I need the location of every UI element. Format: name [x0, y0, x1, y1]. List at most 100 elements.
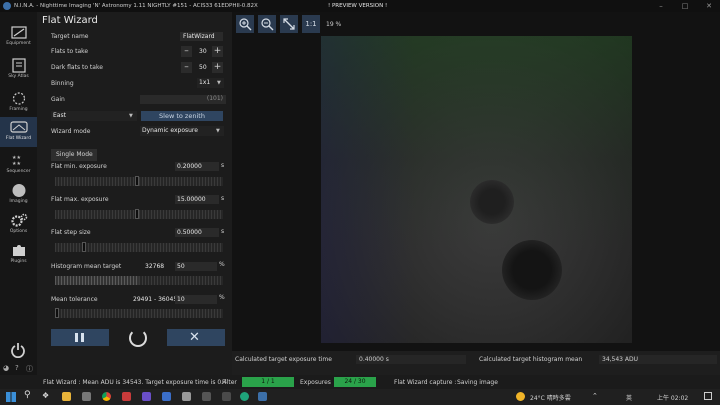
- cancel-icon: ✕: [189, 330, 200, 345]
- chevron-down-icon: ▼: [129, 113, 133, 119]
- chrome-icon[interactable]: [102, 392, 111, 401]
- notification-icon[interactable]: [704, 392, 712, 400]
- fit-arrows-icon: [283, 18, 295, 30]
- calc-exposure-label: Calculated target exposure time: [235, 356, 332, 363]
- tolerance-label: Mean tolerance: [51, 296, 98, 303]
- sidebar: Equipment Sky Atlas Framing Flat Wizard …: [0, 12, 37, 375]
- app-icon[interactable]: [222, 392, 231, 401]
- wizard-mode-label: Wizard mode: [51, 128, 91, 135]
- darkflats-value[interactable]: 50: [199, 64, 207, 71]
- clock[interactable]: 上午 02:02: [657, 393, 688, 402]
- one-to-one-button[interactable]: 1:1: [302, 15, 320, 33]
- file-explorer-icon[interactable]: [62, 392, 71, 401]
- sidebar-item-plugins[interactable]: Plugins: [0, 240, 37, 270]
- flat-max-input[interactable]: 15.00000: [175, 195, 219, 204]
- maximize-icon[interactable]: □: [674, 0, 696, 12]
- visibility-icon[interactable]: ◕: [3, 364, 9, 372]
- app-icon[interactable]: [142, 392, 151, 401]
- darkflats-decrement-button[interactable]: –: [181, 62, 192, 73]
- sidebar-item-flat-wizard[interactable]: Flat Wizard: [0, 117, 37, 147]
- sidebar-label: Sky Atlas: [8, 74, 29, 79]
- calc-hist-label: Calculated target histogram mean: [479, 356, 583, 363]
- app-icon[interactable]: [82, 392, 91, 401]
- cancel-button[interactable]: ✕: [167, 329, 225, 346]
- windows-taskbar: ⚲ ❖ 24°C 晴時多雲 ⌃ 英 上午 02:02: [0, 389, 720, 405]
- sidebar-label: Plugins: [10, 259, 27, 264]
- preview-banner: ! PREVIEW VERSION !: [328, 3, 388, 9]
- tab-single-mode[interactable]: Single Mode: [51, 149, 97, 161]
- flats-value[interactable]: 30: [199, 48, 207, 55]
- hist-target-input[interactable]: 50: [175, 262, 217, 271]
- close-icon[interactable]: ✕: [698, 0, 720, 12]
- sidebar-label: Options: [9, 229, 28, 234]
- chevron-down-icon: ▼: [216, 128, 220, 134]
- search-icon[interactable]: ⚲: [24, 390, 31, 400]
- minimize-icon[interactable]: –: [650, 0, 672, 12]
- unit-seconds: s: [221, 162, 225, 169]
- sidebar-item-framing[interactable]: Framing: [0, 88, 37, 118]
- imaging-icon: [12, 184, 25, 197]
- capture-label: Flat Wizard capture :: [394, 379, 457, 386]
- flat-min-slider-thumb[interactable]: [135, 176, 139, 186]
- app-icon[interactable]: [202, 392, 211, 401]
- status-message: Flat Wizard : Mean ADU is 34543. Target …: [43, 379, 227, 386]
- zoom-out-button[interactable]: [258, 15, 276, 33]
- capture-status: Saving image: [457, 379, 498, 386]
- step-slider[interactable]: [55, 243, 223, 252]
- tolerance-slider-thumb[interactable]: [55, 308, 59, 318]
- calculated-results: Calculated target exposure time 0.40000 …: [232, 351, 720, 375]
- tolerance-input[interactable]: 10: [175, 295, 217, 304]
- tray-chevron-icon[interactable]: ⌃: [592, 392, 598, 400]
- flats-increment-button[interactable]: +: [212, 46, 223, 57]
- zoom-in-button[interactable]: [236, 15, 254, 33]
- sidebar-item-sky-atlas[interactable]: Sky Atlas: [0, 55, 37, 85]
- exposures-progress: 24 / 30: [334, 377, 376, 387]
- sidebar-item-imaging[interactable]: Imaging: [0, 180, 37, 210]
- flat-max-slider-thumb[interactable]: [135, 209, 139, 219]
- sidebar-item-options[interactable]: Options: [0, 210, 37, 240]
- binning-select[interactable]: 1x1 ▼: [197, 78, 224, 88]
- unit-percent: %: [219, 261, 225, 268]
- app-icon[interactable]: [162, 392, 171, 401]
- target-name-input[interactable]: FlatWizard: [180, 32, 223, 41]
- flat-min-input[interactable]: 0.20000: [175, 162, 219, 171]
- camera-icon: [10, 26, 27, 39]
- flats-label: Flats to take: [51, 48, 89, 55]
- step-slider-thumb[interactable]: [82, 242, 86, 252]
- tolerance-slider[interactable]: [55, 309, 223, 318]
- fit-to-window-button[interactable]: [280, 15, 298, 33]
- flat-min-slider[interactable]: [55, 177, 223, 186]
- pause-button[interactable]: [51, 329, 109, 346]
- edge-icon[interactable]: [240, 392, 249, 401]
- power-icon[interactable]: [10, 342, 26, 358]
- filter-progress: 1 / 1: [242, 377, 294, 387]
- flats-decrement-button[interactable]: –: [181, 46, 192, 57]
- slew-to-zenith-button[interactable]: Slew to zenith: [141, 111, 223, 121]
- weather-text[interactable]: 24°C 晴時多雲: [530, 393, 571, 402]
- ime-indicator[interactable]: 英: [626, 393, 632, 402]
- sidebar-label: Equipment: [6, 41, 31, 46]
- help-icon[interactable]: ?: [15, 364, 19, 372]
- gain-input[interactable]: (101): [140, 95, 226, 104]
- sidebar-item-equipment[interactable]: Equipment: [0, 22, 37, 52]
- task-view-icon[interactable]: ❖: [42, 391, 49, 400]
- nina-taskbar-icon[interactable]: [258, 392, 267, 401]
- pier-side-select[interactable]: East ▼: [51, 111, 137, 121]
- flat-max-slider[interactable]: [55, 210, 223, 219]
- app-icon[interactable]: [122, 392, 131, 401]
- app-icon[interactable]: [182, 392, 191, 401]
- weather-icon: [516, 392, 525, 401]
- step-input[interactable]: 0.50000: [175, 228, 219, 237]
- flat-wizard-panel: Flat Wizard Target name FlatWizard Flats…: [37, 12, 232, 375]
- wizard-mode-select[interactable]: Dynamic exposure ▼: [140, 126, 224, 136]
- windows-start-icon[interactable]: [6, 392, 16, 402]
- zoom-out-icon: [261, 18, 274, 31]
- darkflats-increment-button[interactable]: +: [212, 62, 223, 73]
- sidebar-label: Sequencer: [6, 169, 31, 174]
- info-icon[interactable]: ⓘ: [26, 364, 33, 374]
- hist-target-label: Histogram mean target: [51, 263, 122, 270]
- sidebar-label: Imaging: [9, 199, 28, 204]
- svg-text:★★: ★★: [12, 161, 21, 167]
- sidebar-item-sequencer[interactable]: ★★ ★★ Sequencer: [0, 150, 37, 180]
- window-title: N.I.N.A. - Nighttime Imaging 'N' Astrono…: [14, 3, 258, 9]
